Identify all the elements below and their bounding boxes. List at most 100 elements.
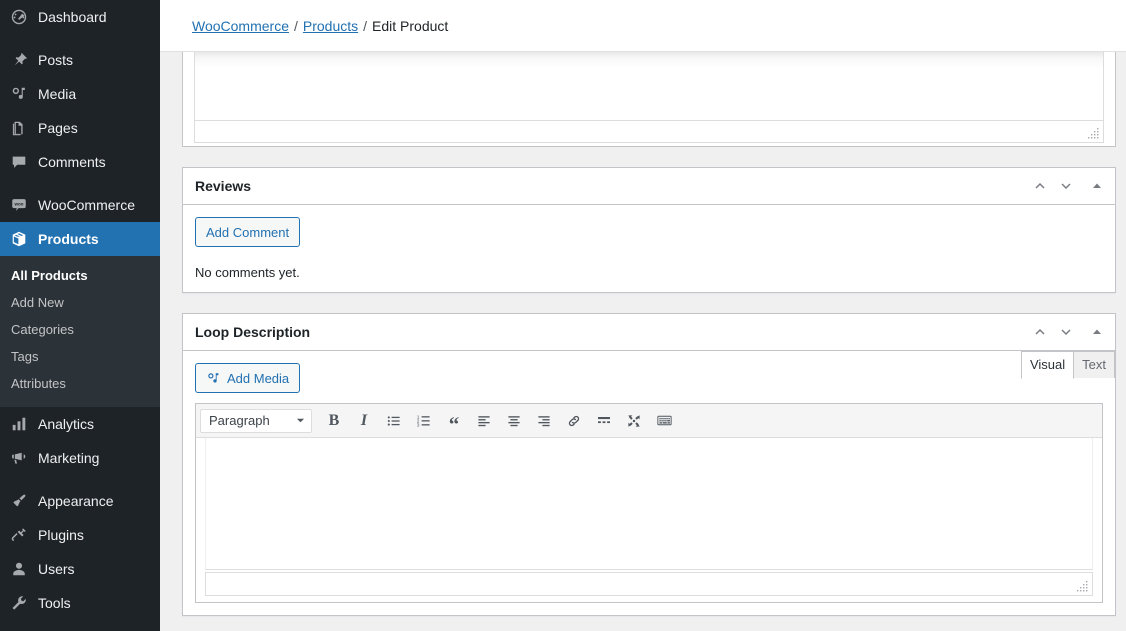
sidebar-item-categories[interactable]: Categories — [0, 317, 160, 344]
reviews-panel-body: Add Comment No comments yet. — [183, 205, 1115, 292]
align-right-icon[interactable] — [530, 409, 558, 433]
align-left-icon[interactable] — [470, 409, 498, 433]
format-select-value: Paragraph — [209, 413, 270, 428]
comments-icon — [9, 152, 29, 172]
blockquote-icon[interactable]: “ — [440, 409, 468, 434]
sidebar-item-marketing[interactable]: Marketing — [0, 441, 160, 475]
chevron-down-icon — [296, 413, 305, 428]
analytics-icon — [9, 414, 29, 434]
editor-status-bar — [205, 572, 1093, 596]
svg-text:3: 3 — [417, 422, 420, 428]
sidebar-item-label: Comments — [38, 154, 106, 170]
sidebar-item-label: Media — [38, 86, 77, 102]
loop-description-editor: Add Media Visual Text Paragraph B I 1 2 … — [183, 351, 1115, 615]
users-icon — [9, 559, 29, 579]
sidebar-item-tags[interactable]: Tags — [0, 344, 160, 371]
topbar: WooCommerce / Products / Edit Product — [160, 0, 1126, 52]
breadcrumb-current: Edit Product — [372, 17, 449, 34]
tinymce-editor: Paragraph B I 123 “ — [195, 403, 1103, 603]
sidebar-separator — [0, 34, 160, 43]
italic-icon[interactable]: I — [350, 409, 378, 433]
format-select[interactable]: Paragraph — [200, 408, 312, 433]
sidebar-item-label: Appearance — [38, 492, 114, 509]
sidebar-submenu-products: All Products Add New Categories Tags Att… — [0, 256, 160, 407]
numbered-list-icon[interactable]: 123 — [410, 409, 438, 433]
sidebar-item-analytics[interactable]: Analytics — [0, 407, 160, 441]
media-icon — [9, 84, 29, 104]
sidebar-separator — [0, 179, 160, 188]
loop-description-panel: Loop Description Add Media Visual Text P… — [182, 313, 1116, 616]
bold-icon[interactable]: B — [320, 409, 348, 433]
sidebar-item-label: Users — [38, 560, 75, 577]
chevron-up-icon[interactable] — [1027, 314, 1053, 351]
sidebar-item-label: Pages — [38, 120, 78, 136]
resize-handle-icon[interactable] — [1088, 127, 1101, 140]
sidebar-item-posts[interactable]: Posts — [0, 43, 160, 77]
tab-visual[interactable]: Visual — [1020, 351, 1075, 379]
triangle-up-icon[interactable] — [1079, 168, 1115, 205]
sidebar-item-label: Products — [38, 231, 99, 247]
pin-icon — [9, 50, 29, 70]
keyboard-shortcuts-icon[interactable] — [650, 409, 678, 433]
dashboard-icon — [9, 7, 29, 27]
add-media-icon — [206, 371, 221, 386]
breadcrumb-separator: / — [363, 17, 368, 34]
add-media-button[interactable]: Add Media — [195, 363, 301, 393]
sidebar-item-plugins[interactable]: Plugins — [0, 518, 160, 552]
sidebar-item-media[interactable]: Media — [0, 77, 160, 111]
link-icon[interactable] — [560, 409, 588, 433]
reviews-panel: Reviews Add Comment No comments yet. — [182, 167, 1116, 293]
resize-handle-icon[interactable] — [1077, 580, 1090, 593]
breadcrumb-link-products[interactable]: Products — [303, 18, 358, 34]
plugins-icon — [9, 525, 29, 545]
sidebar-item-label: Plugins — [38, 526, 84, 543]
read-more-icon[interactable] — [590, 409, 618, 433]
loop-description-panel-title: Loop Description — [195, 324, 311, 340]
sidebar-item-attributes[interactable]: Attributes — [0, 371, 160, 398]
sidebar-item-products[interactable]: Products — [0, 222, 160, 256]
sidebar-item-pages[interactable]: Pages — [0, 111, 160, 145]
editor-content-area[interactable] — [205, 438, 1093, 570]
chevron-up-icon[interactable] — [1027, 168, 1053, 205]
partial-editor-panel — [182, 52, 1116, 147]
pages-icon — [9, 118, 29, 138]
sidebar-item-appearance[interactable]: Appearance — [0, 484, 160, 518]
woocommerce-icon: woo — [9, 195, 29, 215]
sidebar-separator — [0, 475, 160, 484]
sidebar-item-comments[interactable]: Comments — [0, 145, 160, 179]
fullscreen-icon[interactable] — [620, 409, 648, 433]
admin-sidebar: Dashboard Posts Media Pages Comments woo… — [0, 0, 160, 631]
admin-screen: Dashboard Posts Media Pages Comments woo… — [0, 0, 1126, 631]
panels-container: Reviews Add Comment No comments yet. Loo… — [160, 52, 1126, 616]
reviews-panel-title: Reviews — [195, 178, 252, 194]
chevron-down-icon[interactable] — [1053, 314, 1079, 351]
tools-icon — [9, 593, 29, 613]
sidebar-item-users[interactable]: Users — [0, 552, 160, 586]
sidebar-item-dashboard[interactable]: Dashboard — [0, 0, 160, 34]
sidebar-item-all-products[interactable]: All Products — [0, 263, 160, 290]
editor-content-area[interactable] — [194, 52, 1104, 120]
sidebar-item-label: Analytics — [38, 415, 95, 432]
reviews-panel-header: Reviews — [183, 168, 1115, 205]
breadcrumb-link-woocommerce[interactable]: WooCommerce — [192, 18, 289, 34]
sidebar-item-label: Marketing — [38, 449, 100, 466]
bulleted-list-icon[interactable] — [380, 409, 408, 433]
align-center-icon[interactable] — [500, 409, 528, 433]
sidebar-item-label: WooCommerce — [38, 197, 135, 213]
editor-status-bar — [194, 120, 1104, 143]
panel-header-actions — [1027, 314, 1115, 350]
media-buttons: Add Media — [195, 363, 301, 403]
editor-mode-tabs: Visual Text — [1020, 351, 1115, 379]
sidebar-item-add-new[interactable]: Add New — [0, 290, 160, 317]
chevron-down-icon[interactable] — [1053, 168, 1079, 205]
sidebar-item-woocommerce[interactable]: woo WooCommerce — [0, 188, 160, 222]
no-comments-text: No comments yet. — [195, 265, 300, 280]
breadcrumb: WooCommerce / Products / Edit Product — [192, 18, 448, 34]
add-comment-button[interactable]: Add Comment — [195, 217, 301, 247]
tab-text[interactable]: Text — [1073, 351, 1115, 378]
sidebar-item-tools[interactable]: Tools — [0, 586, 160, 620]
sidebar-item-label: Dashboard — [38, 9, 107, 25]
triangle-up-icon[interactable] — [1079, 314, 1115, 351]
sidebar-item-label: Tools — [38, 594, 71, 611]
appearance-icon — [9, 491, 29, 511]
